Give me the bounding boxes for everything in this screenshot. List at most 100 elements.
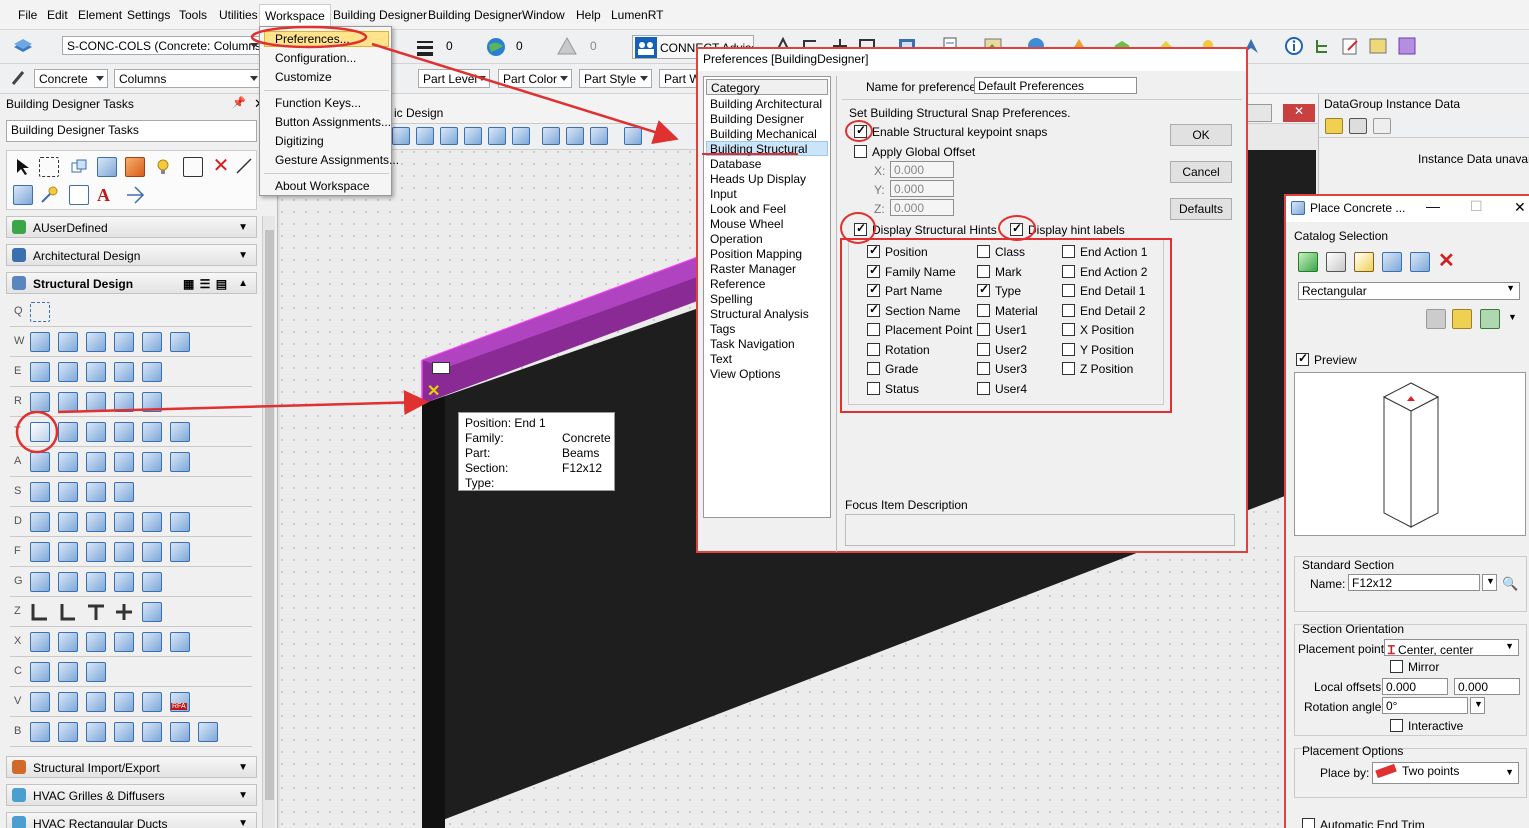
snap-tool-icon[interactable] [142, 692, 162, 712]
tee-profile-icon[interactable] [86, 602, 106, 622]
place-by-select[interactable]: Two points ▼ [1372, 762, 1519, 784]
channel-profile-icon[interactable] [58, 602, 78, 622]
detail-tool-icon[interactable] [30, 512, 50, 532]
category-item[interactable]: Operation [710, 232, 763, 246]
layers-icon[interactable] [12, 36, 32, 56]
section-tool-icon[interactable] [86, 482, 106, 502]
menu-file[interactable]: File [18, 8, 37, 22]
building-tool-icon[interactable] [30, 722, 50, 742]
category-item[interactable]: Input [710, 187, 737, 201]
pin-icon[interactable]: 📌 [232, 96, 246, 109]
building-tool-icon[interactable] [142, 722, 162, 742]
menu-window[interactable]: Window [522, 8, 565, 22]
concrete-tool-icon[interactable] [114, 422, 134, 442]
frame-tool-icon[interactable] [58, 542, 78, 562]
slab-tool-icon[interactable] [58, 332, 78, 352]
plate-tool-icon[interactable] [58, 572, 78, 592]
snap-tool-icon[interactable] [86, 692, 106, 712]
snap-tool-icon[interactable] [58, 692, 78, 712]
plate-tool-icon[interactable] [30, 572, 50, 592]
category-item[interactable]: Heads Up Display [710, 172, 806, 186]
placement-point-select[interactable]: Ɪ Center, center ▼ [1384, 639, 1519, 656]
level-combo[interactable]: S-CONC-COLS (Concrete: Columns) [62, 36, 262, 55]
menu-edit[interactable]: Edit [47, 8, 68, 22]
category-item[interactable]: View Options [710, 367, 780, 381]
search-icon[interactable]: 🔍 [1502, 576, 1518, 592]
selection-box-icon[interactable] [39, 157, 59, 177]
rotation-angle-field[interactable]: 0° [1382, 697, 1468, 714]
edit-catalog-icon[interactable] [1354, 252, 1374, 272]
family-combo[interactable]: Columns [114, 69, 262, 88]
modify-tool-icon[interactable] [58, 362, 78, 382]
auto-end-trim-checkbox[interactable] [1302, 818, 1315, 828]
select-icon[interactable] [13, 157, 33, 177]
maximize-icon[interactable]: ☐ [1470, 198, 1483, 215]
scale-arrow-icon[interactable] [183, 157, 203, 177]
brace-tool-icon[interactable] [114, 332, 134, 352]
frame-tool-icon[interactable] [30, 542, 50, 562]
category-auserdefined[interactable]: AUserDefined ▼ [6, 216, 257, 238]
menu-building-designer-1[interactable]: Building Designer [333, 8, 427, 22]
connection-tool-icon[interactable] [58, 632, 78, 652]
section-tool-icon[interactable] [58, 482, 78, 502]
tree-icon[interactable] [1313, 36, 1333, 56]
catalog-icon[interactable] [1326, 252, 1346, 272]
detail-tool-icon[interactable] [86, 512, 106, 532]
part-level-combo[interactable]: Part Level [418, 69, 490, 88]
truss-tool-icon[interactable] [30, 392, 50, 412]
menu-lumenrt[interactable]: LumenRT [611, 8, 663, 22]
mirror-checkbox[interactable] [1390, 660, 1403, 673]
building-tool-icon[interactable] [58, 722, 78, 742]
window-area-icon[interactable] [440, 127, 458, 145]
concrete-tool-icon[interactable] [170, 422, 190, 442]
modify-tool-icon[interactable] [114, 362, 134, 382]
color-globe-icon[interactable] [485, 36, 505, 56]
category-structural-import-export[interactable]: Structural Import/Export ▼ [6, 756, 257, 778]
pan-view-icon[interactable] [512, 127, 530, 145]
menu-item-digitizing[interactable]: Digitizing [275, 134, 324, 148]
section-tool-icon[interactable] [30, 482, 50, 502]
chevron-down-icon[interactable]: ▼ [1508, 312, 1517, 322]
part-color-combo[interactable]: Part Color [498, 69, 572, 88]
steel-tool-icon[interactable] [142, 452, 162, 472]
menu-utilities[interactable]: Utilities [219, 8, 258, 22]
close-icon[interactable]: ✕ [1514, 199, 1526, 216]
view-display-icon[interactable] [624, 127, 642, 145]
connection-tool-icon[interactable] [30, 632, 50, 652]
column-tool-icon[interactable] [30, 332, 50, 352]
element-info-icon[interactable] [69, 157, 89, 177]
line-weight-icon[interactable] [415, 37, 435, 57]
angle-profile-icon[interactable] [30, 602, 50, 622]
menu-tools[interactable]: Tools [179, 8, 207, 22]
steel-tool-icon[interactable] [86, 452, 106, 472]
apply-offset-checkbox[interactable] [854, 145, 867, 158]
material-combo[interactable]: Concrete [34, 69, 108, 88]
list-view-icon[interactable] [1349, 118, 1367, 134]
truss-tool-icon[interactable] [114, 392, 134, 412]
category-hvac-grilles[interactable]: HVAC Grilles & Diffusers ▼ [6, 784, 257, 806]
detail-tool-icon[interactable] [170, 512, 190, 532]
part-weight-combo[interactable]: Part W [659, 69, 699, 88]
defaults-button[interactable]: Defaults [1170, 198, 1232, 220]
category-item[interactable]: Building Mechanical [710, 127, 817, 141]
text-icon[interactable]: A [97, 185, 117, 205]
offset-y-field[interactable]: 0.000 [1454, 678, 1520, 695]
dimension-icon[interactable] [125, 185, 145, 205]
menu-item-function-keys[interactable]: Function Keys... [275, 96, 361, 110]
frame-tool-icon[interactable] [86, 542, 106, 562]
building-tool-icon[interactable] [114, 722, 134, 742]
category-item[interactable]: Building Architectural [710, 97, 822, 111]
filter-icon[interactable] [1426, 309, 1446, 329]
category-item[interactable]: Database [710, 157, 761, 171]
category-architectural-design[interactable]: Architectural Design ▼ [6, 244, 257, 266]
menu-element[interactable]: Element [78, 8, 122, 22]
menu-help[interactable]: Help [576, 8, 601, 22]
building-tool-icon[interactable] [170, 722, 190, 742]
comment-icon[interactable] [1325, 118, 1343, 134]
report-tool-icon[interactable] [86, 662, 106, 682]
category-hvac-rectangular-ducts[interactable]: HVAC Rectangular Ducts ▼ [6, 812, 257, 828]
interactive-checkbox[interactable] [1390, 719, 1403, 732]
building-tool-icon[interactable] [198, 722, 218, 742]
view-mode-icons[interactable]: ▦ ☰ ▤ [183, 277, 228, 291]
steel-tool-icon[interactable] [170, 452, 190, 472]
